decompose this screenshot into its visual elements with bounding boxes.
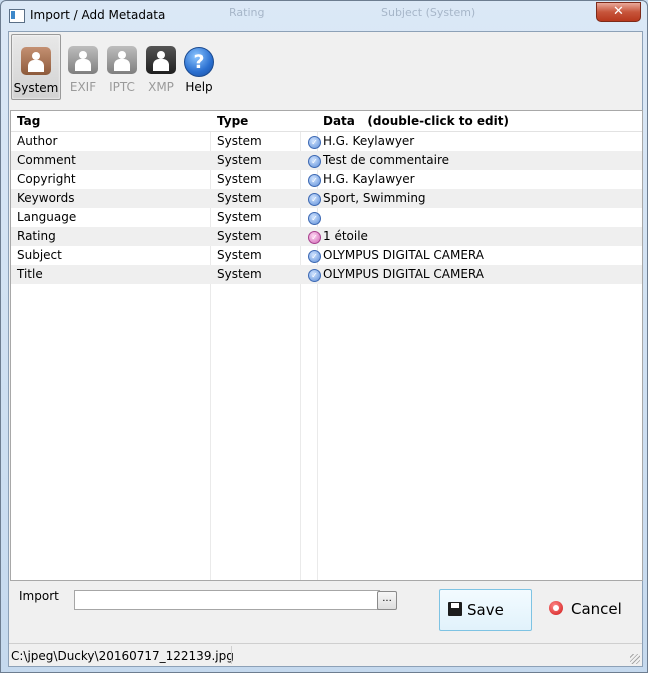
status-file-path: C:\jpeg\Ducky\20160717_122139.jpg [11,649,234,663]
import-path-input[interactable] [74,590,380,610]
checkmark-icon: ✓ [308,174,321,187]
type-cell: System [217,172,262,186]
person-icon [21,47,51,75]
type-cell: System [217,153,262,167]
table-row[interactable]: Rating System ✓ 1 étoile [11,227,642,246]
person-icon [107,46,137,74]
system-tab-button[interactable]: System [11,34,61,100]
cancel-label: Cancel [571,600,622,618]
save-button[interactable]: Save [439,589,532,631]
checkmark-icon: ✓ [308,155,321,168]
checkmark-icon: ✓ [308,212,321,225]
data-cell[interactable]: H.G. Keylawyer [323,134,414,148]
cancel-icon [549,601,563,615]
resize-grip-icon[interactable] [630,654,640,664]
checkmark-icon: ✓ [308,231,321,244]
tag-cell: Copyright [17,172,76,186]
table-row[interactable]: Keywords System ✓ Sport, Swimming [11,189,642,208]
window-icon [9,9,25,23]
import-label: Import [19,589,59,603]
close-icon: ✕ [613,4,624,19]
tag-cell: Language [17,210,77,224]
window-title: Import / Add Metadata [30,8,166,22]
data-cell[interactable]: 1 étoile [323,229,368,243]
data-cell[interactable]: Sport, Swimming [323,191,426,205]
column-header-data[interactable]: Data (double-click to edit) [323,114,509,128]
person-icon [68,46,98,74]
tag-cell: Subject [17,248,62,262]
tag-cell: Rating [17,229,56,243]
close-button[interactable]: ✕ [596,2,641,22]
table-row[interactable]: Subject System ✓ OLYMPUS DIGITAL CAMERA [11,246,642,265]
tag-cell: Author [17,134,58,148]
status-bar-divider [231,646,232,664]
table-row[interactable]: Comment System ✓ Test de commentaire [11,151,642,170]
data-cell[interactable]: OLYMPUS DIGITAL CAMERA [323,248,484,262]
checkmark-icon: ✓ [308,250,321,263]
table-row[interactable]: Language System ✓ [11,208,642,227]
tag-cell: Title [17,267,43,281]
background-ghost-text: Rating [229,6,265,19]
help-icon: ? [184,47,214,77]
save-label: Save [467,601,504,619]
metadata-grid[interactable]: Tag Type Data (double-click to edit) Aut… [10,110,643,581]
column-header-type[interactable]: Type [217,114,248,128]
type-cell: System [217,248,262,262]
dialog-client-area: System EXIF IPTC XMP ? Help Tag Type Dat… [8,31,643,667]
type-cell: System [217,191,262,205]
person-icon [146,46,176,74]
floppy-disk-icon [448,602,462,616]
tag-cell: Keywords [17,191,75,205]
system-tab-label: System [13,81,59,95]
title-bar[interactable]: Import / Add Metadata Rating Subject (Sy… [1,1,647,31]
cancel-button[interactable]: Cancel [541,589,631,629]
table-row[interactable]: Title System ✓ OLYMPUS DIGITAL CAMERA [11,265,642,284]
column-header-tag[interactable]: Tag [17,114,40,128]
table-row[interactable]: Author System ✓ H.G. Keylawyer [11,132,642,151]
data-cell[interactable]: OLYMPUS DIGITAL CAMERA [323,267,484,281]
status-bar-separator [9,643,642,644]
checkmark-icon: ✓ [308,269,321,282]
tag-cell: Comment [17,153,76,167]
data-cell[interactable]: Test de commentaire [323,153,449,167]
type-cell: System [217,267,262,281]
import-metadata-window: Import / Add Metadata Rating Subject (Sy… [0,0,648,673]
checkmark-icon: ✓ [308,193,321,206]
checkmark-icon: ✓ [308,136,321,149]
grid-header: Tag Type Data (double-click to edit) [11,111,642,132]
help-button[interactable]: ? Help [175,34,223,98]
table-row[interactable]: Copyright System ✓ H.G. Kaylawyer [11,170,642,189]
type-cell: System [217,134,262,148]
background-ghost-text: Subject (System) [381,6,476,19]
data-cell[interactable]: H.G. Kaylawyer [323,172,415,186]
browse-button[interactable]: ... [377,591,397,610]
type-cell: System [217,210,262,224]
help-label: Help [185,80,213,94]
toolbar: System EXIF IPTC XMP ? Help [9,32,642,110]
type-cell: System [217,229,262,243]
